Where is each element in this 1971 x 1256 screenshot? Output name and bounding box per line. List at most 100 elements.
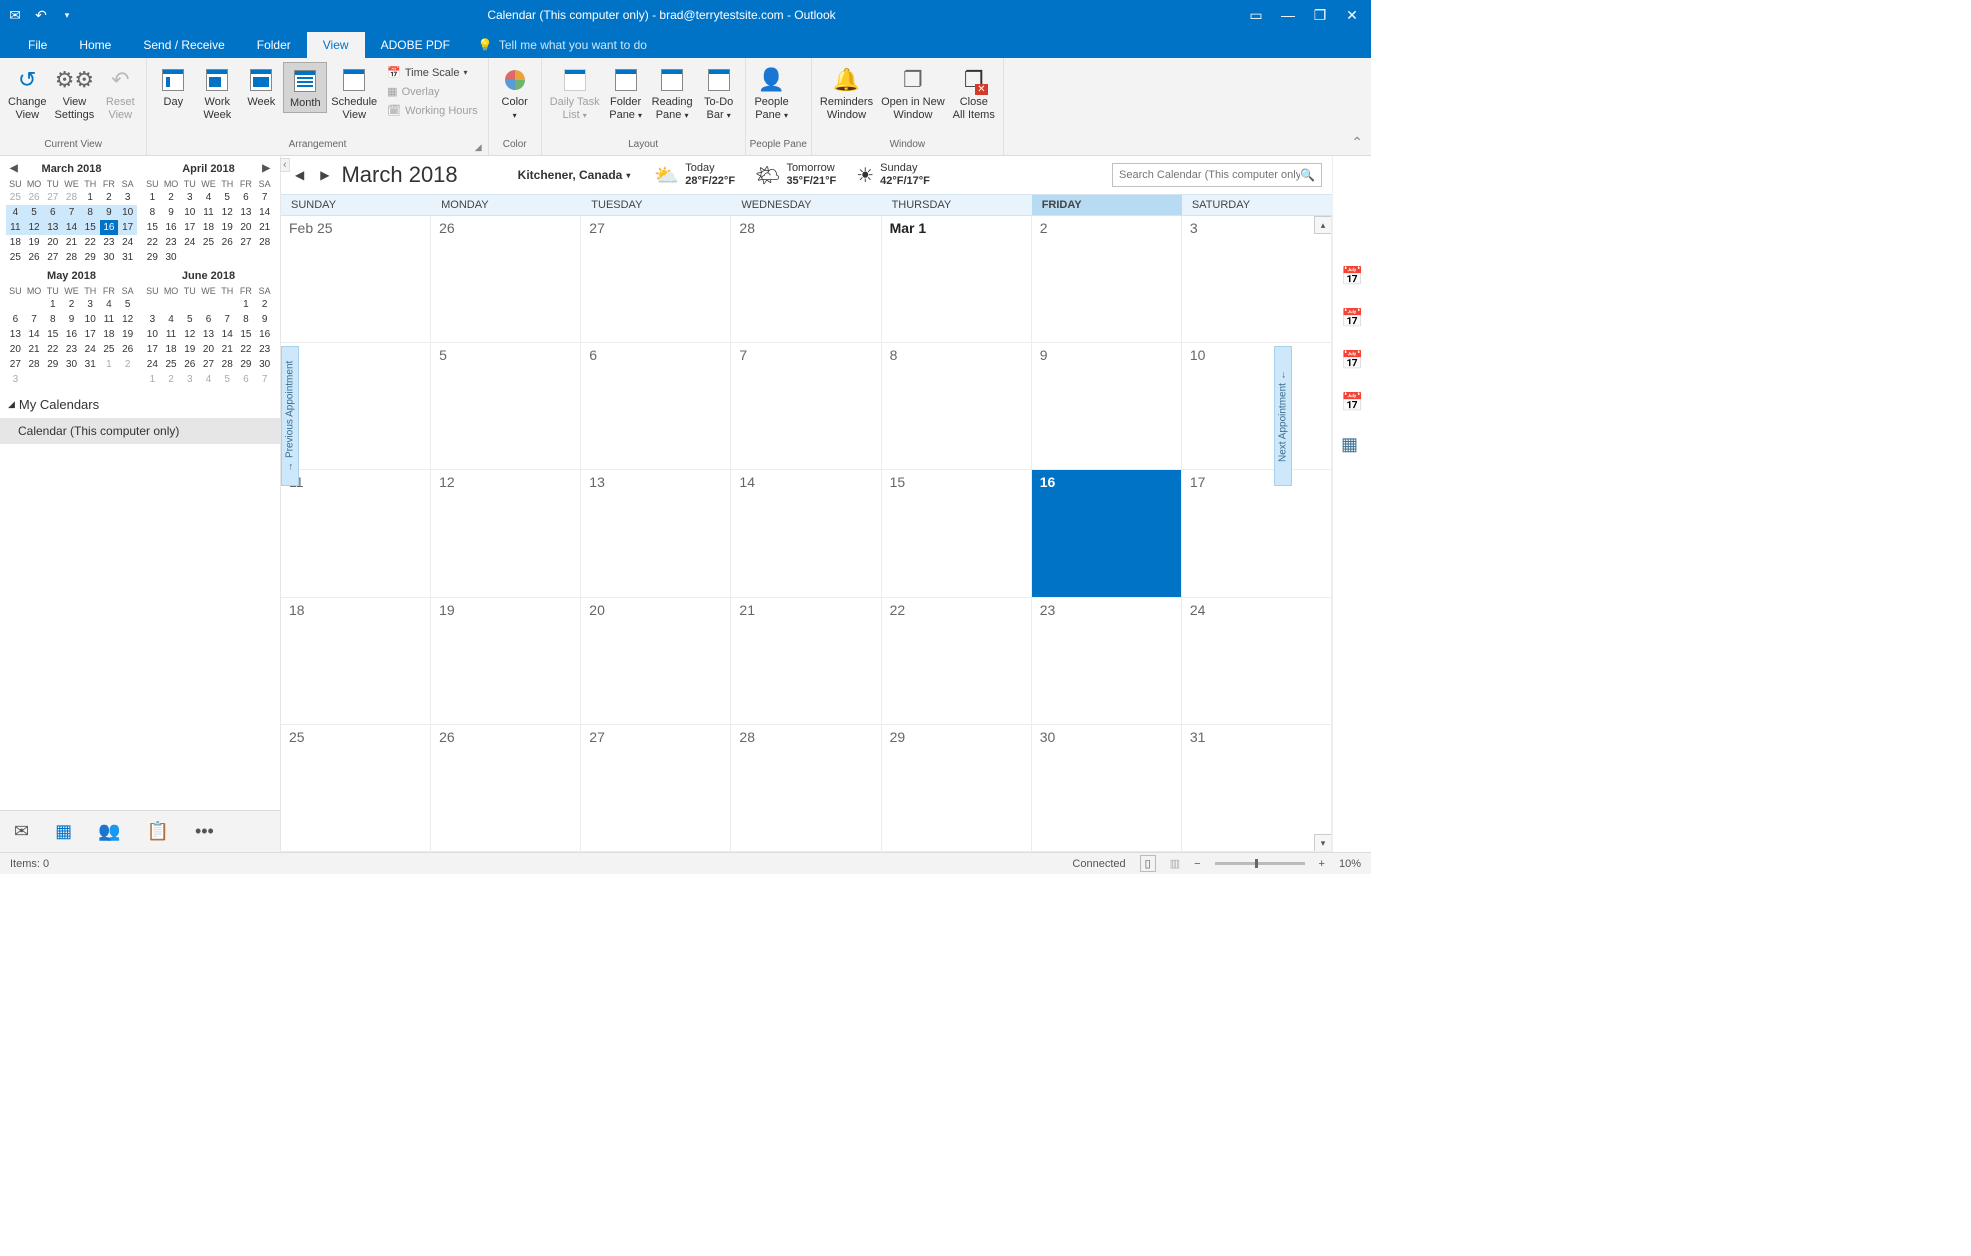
view-reading-icon[interactable]: ▥ <box>1170 857 1180 870</box>
calendar-cell[interactable]: 21 <box>731 598 881 725</box>
mini-day[interactable]: 27 <box>237 235 256 250</box>
mini-day[interactable]: 18 <box>162 342 181 357</box>
mini-day[interactable]: 23 <box>162 235 181 250</box>
mini-day[interactable]: 22 <box>237 342 256 357</box>
mini-day[interactable]: 7 <box>255 190 274 205</box>
month-button[interactable]: Month <box>283 62 327 113</box>
mini-day[interactable]: 9 <box>62 312 81 327</box>
mini-day[interactable]: 6 <box>237 372 256 387</box>
mini-day[interactable]: 28 <box>255 235 274 250</box>
mini-day[interactable]: 9 <box>255 312 274 327</box>
mini-day[interactable]: 24 <box>143 357 162 372</box>
mini-day[interactable]: 30 <box>255 357 274 372</box>
work-week-button[interactable]: Work Week <box>195 62 239 124</box>
calendar-cell[interactable]: 24 <box>1182 598 1332 725</box>
mini-day[interactable]: 18 <box>100 327 119 342</box>
mini-day[interactable]: 21 <box>255 220 274 235</box>
mini-day[interactable]: 31 <box>81 357 100 372</box>
mini-day[interactable]: 17 <box>143 342 162 357</box>
calendar-cell[interactable]: 25 <box>281 725 431 852</box>
mini-day[interactable]: 13 <box>199 327 218 342</box>
mini-day[interactable]: 15 <box>43 327 62 342</box>
calendar-cell[interactable]: 13 <box>581 470 731 597</box>
my-calendars-header[interactable]: ◢My Calendars <box>0 391 280 418</box>
weather-item[interactable]: 🌤Tomorrow35°F/21°F <box>755 162 836 188</box>
previous-appointment-tab[interactable]: →Previous Appointment <box>281 346 299 486</box>
mini-day[interactable]: 27 <box>199 357 218 372</box>
prev-month-button[interactable]: ◀ <box>291 166 308 184</box>
mini-day[interactable]: 2 <box>162 190 181 205</box>
mini-day[interactable]: 30 <box>162 250 181 265</box>
mini-day[interactable]: 14 <box>218 327 237 342</box>
calendar-cell[interactable]: 22 <box>882 598 1032 725</box>
tab-folder[interactable]: Folder <box>241 32 307 58</box>
calendar-peek-icon[interactable]: 📅 <box>1341 266 1363 284</box>
mini-day[interactable]: 16 <box>255 327 274 342</box>
mini-day[interactable]: 17 <box>81 327 100 342</box>
mini-day[interactable]: 7 <box>62 205 81 220</box>
weather-item[interactable]: ⛅Today28°F/22°F <box>654 162 735 188</box>
calendar-cell[interactable]: 28 <box>731 725 881 852</box>
calendar-dash-peek-icon[interactable]: 📅 <box>1341 350 1363 368</box>
mini-day[interactable]: 20 <box>237 220 256 235</box>
mini-day[interactable]: 16 <box>62 327 81 342</box>
time-scale-button[interactable]: 📅Time Scale▾ <box>387 64 478 81</box>
mini-day[interactable]: 25 <box>162 357 181 372</box>
next-month-button[interactable]: ▶ <box>316 166 333 184</box>
calendar-back-peek-icon[interactable]: 📅 <box>1341 308 1363 326</box>
mini-day[interactable]: 7 <box>255 372 274 387</box>
mini-day[interactable]: 3 <box>6 372 25 387</box>
tasks-nav-icon[interactable]: 📋 <box>147 821 169 842</box>
mini-day[interactable]: 5 <box>25 205 44 220</box>
search-icon[interactable]: 🔍 <box>1300 168 1315 182</box>
qat-send-receive-icon[interactable]: ✉ <box>8 8 22 22</box>
mini-day[interactable]: 20 <box>43 235 62 250</box>
tab-home[interactable]: Home <box>63 32 127 58</box>
arrangement-dialog-launcher[interactable]: ◢ <box>475 142 482 153</box>
mini-day[interactable]: 8 <box>43 312 62 327</box>
mini-day[interactable]: 2 <box>162 372 181 387</box>
calendar-cell[interactable]: Feb 25 <box>281 216 431 343</box>
mini-day[interactable]: 6 <box>6 312 25 327</box>
mini-next-icon[interactable]: ▶ <box>262 163 270 174</box>
mini-day[interactable]: 25 <box>6 190 25 205</box>
maximize-icon[interactable]: ❐ <box>1313 8 1327 22</box>
change-view-button[interactable]: ↺ Change View <box>4 62 51 124</box>
mini-day[interactable]: 13 <box>43 220 62 235</box>
more-nav-icon[interactable]: ••• <box>195 821 214 842</box>
mini-day[interactable]: 14 <box>62 220 81 235</box>
calendar-checked-peek-icon[interactable]: 📅 <box>1341 392 1363 410</box>
week-button[interactable]: Week <box>239 62 283 111</box>
mini-day[interactable]: 16 <box>162 220 181 235</box>
mini-day[interactable]: 16 <box>100 220 119 235</box>
mini-day[interactable]: 7 <box>218 312 237 327</box>
search-input[interactable] <box>1119 169 1300 181</box>
mini-day[interactable]: 3 <box>118 190 137 205</box>
mini-day[interactable]: 29 <box>81 250 100 265</box>
minimize-icon[interactable]: — <box>1281 8 1295 22</box>
mini-day[interactable]: 18 <box>199 220 218 235</box>
mini-day[interactable]: 26 <box>180 357 199 372</box>
mini-day[interactable]: 12 <box>218 205 237 220</box>
mini-day[interactable]: 7 <box>25 312 44 327</box>
mini-day[interactable]: 10 <box>143 327 162 342</box>
mini-day[interactable]: 23 <box>255 342 274 357</box>
calendar-cell[interactable]: 23 <box>1032 598 1182 725</box>
mini-day[interactable]: 2 <box>118 357 137 372</box>
calendar-cell[interactable]: 19 <box>431 598 581 725</box>
mini-day[interactable]: 1 <box>81 190 100 205</box>
calendar-cell[interactable]: 9 <box>1032 343 1182 470</box>
mini-day[interactable]: 29 <box>43 357 62 372</box>
mini-day[interactable]: 29 <box>143 250 162 265</box>
calendar-cell[interactable]: 27 <box>581 725 731 852</box>
mini-day[interactable]: 23 <box>100 235 119 250</box>
mini-day[interactable]: 2 <box>255 297 274 312</box>
mini-day[interactable]: 13 <box>237 205 256 220</box>
calendar-cell[interactable]: 26 <box>431 725 581 852</box>
calendar-grid-peek-icon[interactable]: ▦ <box>1341 434 1363 452</box>
mini-day[interactable]: 5 <box>218 190 237 205</box>
reset-view-button[interactable]: ↶ Reset View <box>98 62 142 124</box>
color-button[interactable]: Color▾ <box>493 62 537 124</box>
mini-day[interactable]: 21 <box>25 342 44 357</box>
people-nav-icon[interactable]: 👥 <box>98 821 120 842</box>
